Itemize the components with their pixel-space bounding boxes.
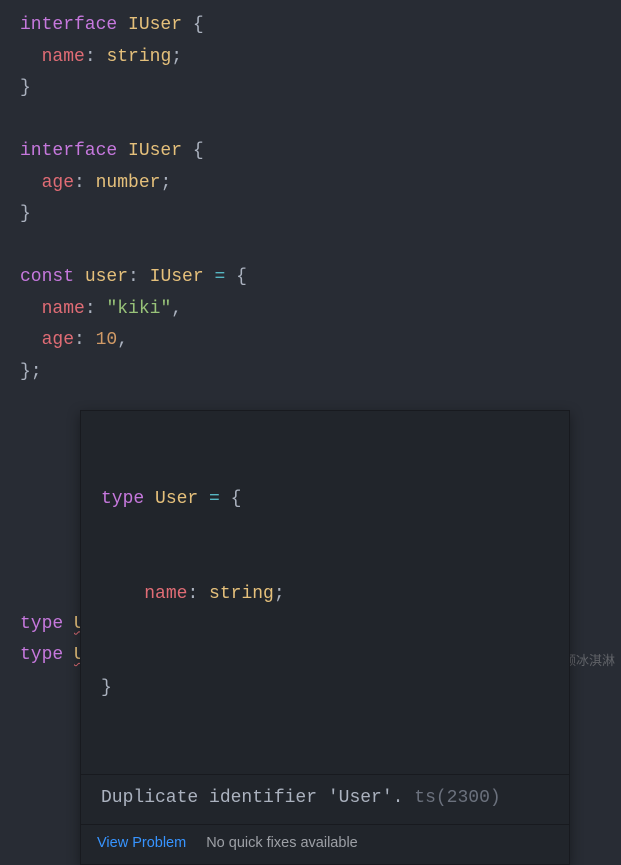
indent xyxy=(101,584,144,604)
colon: : xyxy=(187,584,209,604)
indent xyxy=(20,330,42,350)
keyword-type: type xyxy=(20,645,63,665)
code-line: const user: IUser = { xyxy=(20,262,601,294)
brace: } xyxy=(101,678,112,698)
indent xyxy=(20,299,42,319)
brace: { xyxy=(182,15,204,35)
colon: : xyxy=(128,267,150,287)
keyword-type: type xyxy=(20,614,63,634)
string-literal: "kiki" xyxy=(106,299,171,319)
blank-line xyxy=(20,231,601,263)
colon: : xyxy=(85,299,107,319)
indent xyxy=(20,173,42,193)
number-literal: 10 xyxy=(96,330,118,350)
tooltip-code-block: type User = { name: string; } xyxy=(81,411,569,775)
brace: }; xyxy=(20,362,42,382)
code-line: age: 10, xyxy=(20,325,601,357)
brace: { xyxy=(182,141,204,161)
equals: = xyxy=(198,489,230,509)
equals: = xyxy=(204,267,236,287)
prop-name: name xyxy=(144,584,187,604)
view-problem-link[interactable]: View Problem xyxy=(97,831,186,856)
semicolon: ; xyxy=(171,47,182,67)
var-user: user xyxy=(85,267,128,287)
type-user: User xyxy=(155,489,198,509)
colon: : xyxy=(74,173,96,193)
type-number: number xyxy=(96,173,161,193)
prop-name: name xyxy=(42,299,85,319)
code-line: }; xyxy=(20,357,601,389)
keyword-interface: interface xyxy=(20,141,117,161)
comma: , xyxy=(171,299,182,319)
type-iuser: IUser xyxy=(128,15,182,35)
brace: { xyxy=(236,267,247,287)
code-line: interface IUser { xyxy=(20,10,601,42)
prop-name: name xyxy=(42,47,85,67)
brace: } xyxy=(20,78,31,98)
brace: { xyxy=(231,489,242,509)
colon: : xyxy=(74,330,96,350)
comma: , xyxy=(117,330,128,350)
brace: } xyxy=(20,204,31,224)
error-code: ts(2300) xyxy=(414,788,500,808)
code-line: } xyxy=(20,199,601,231)
type-iuser: IUser xyxy=(128,141,182,161)
code-line: } xyxy=(20,73,601,105)
type-string: string xyxy=(209,584,274,604)
tooltip-footer: View Problem No quick fixes available xyxy=(81,824,569,864)
semicolon: ; xyxy=(160,173,171,193)
blank-line xyxy=(20,105,601,137)
no-quick-fixes-label: No quick fixes available xyxy=(206,831,358,856)
indent xyxy=(20,47,42,67)
error-text: Duplicate identifier 'User'. xyxy=(101,788,414,808)
keyword-type: type xyxy=(101,489,144,509)
prop-age: age xyxy=(42,330,74,350)
error-message: Duplicate identifier 'User'. ts(2300) xyxy=(81,775,569,825)
code-line: interface IUser { xyxy=(20,136,601,168)
colon: : xyxy=(85,47,107,67)
code-line: name: "kiki", xyxy=(20,294,601,326)
keyword-const: const xyxy=(20,267,74,287)
code-line: name: string; xyxy=(20,42,601,74)
keyword-interface: interface xyxy=(20,15,117,35)
code-line: age: number; xyxy=(20,168,601,200)
hover-tooltip: type User = { name: string; } Duplicate … xyxy=(80,410,570,865)
type-string: string xyxy=(106,47,171,67)
prop-age: age xyxy=(42,173,74,193)
type-iuser: IUser xyxy=(150,267,204,287)
semicolon: ; xyxy=(274,584,285,604)
